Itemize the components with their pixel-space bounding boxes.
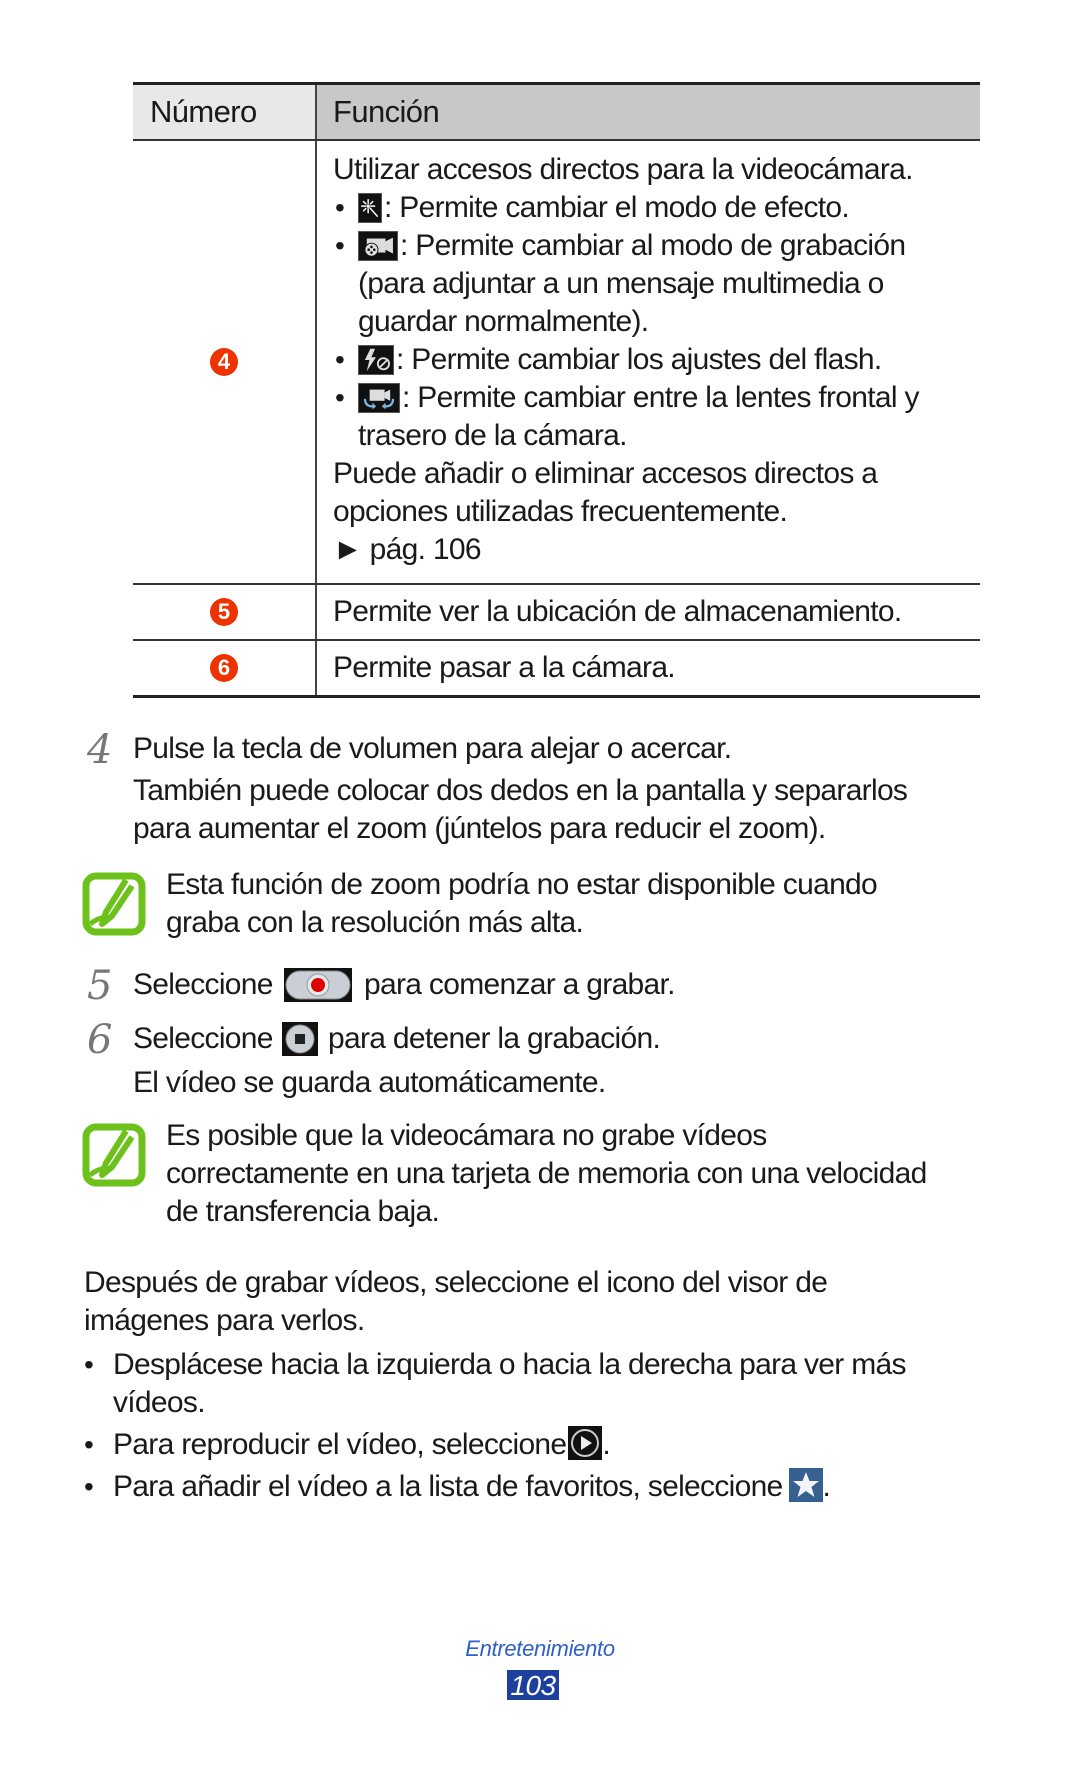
header-number-cell: Número <box>133 85 315 139</box>
step-number: 6 <box>87 1017 113 1063</box>
bullet-flash: : Permite cambiar los ajustes del flash. <box>333 341 980 379</box>
header-function-cell: Función <box>315 85 980 139</box>
page-reference-link[interactable]: ► pág. 106 <box>333 531 980 569</box>
section-name: Entretenimiento <box>465 1636 615 1661</box>
note-1: Esta función de zoom podría no estar dis… <box>82 866 878 942</box>
bullet-scroll-videos: Desplácese hacia la izquierda o hacia la… <box>84 1346 906 1422</box>
callout-6: 6 <box>210 654 238 682</box>
row4-outro-2: opciones utilizadas frecuentemente. <box>333 495 788 528</box>
favorite-star-icon <box>788 1468 823 1502</box>
table-bottom-border <box>133 695 980 698</box>
switch-camera-icon <box>358 383 400 413</box>
step-6: 6 Seleccione para detener la grabación. … <box>87 1017 661 1099</box>
table-header-row: Número Función <box>133 85 980 139</box>
bullet-recording-mode: : Permite cambiar al modo de grabación (… <box>333 227 980 341</box>
step-5: 5 Seleccione para comenzar a grabar. <box>87 963 676 1009</box>
bullet-play-video: Para reproducir el vídeo, seleccione . <box>84 1426 906 1464</box>
bullet-switch-camera: : Permite cambiar entre la lentes fronta… <box>333 379 980 455</box>
function-table: Número Función 4 Utilizar accesos direct… <box>133 82 980 698</box>
header-function: Función <box>333 94 440 129</box>
play-icon <box>568 1426 603 1460</box>
manual-page: Número Función 4 Utilizar accesos direct… <box>0 0 1080 1771</box>
step-4: 4 Pulse la tecla de volumen para alejar … <box>87 727 908 845</box>
table-row: 4 Utilizar accesos directos para la vide… <box>133 139 980 583</box>
bullet-add-favorite: Para añadir el vídeo a la lista de favor… <box>84 1468 906 1506</box>
step-number: 5 <box>87 963 113 1009</box>
step-number: 4 <box>87 727 113 773</box>
row4-outro-1: Puede añadir o eliminar accesos directos… <box>333 457 878 490</box>
stop-button-icon <box>282 1022 319 1056</box>
row4-intro: Utilizar accesos directos para la videoc… <box>333 153 913 186</box>
header-number: Número <box>150 94 257 129</box>
callout-5: 5 <box>210 598 238 626</box>
callout-4: 4 <box>210 348 238 376</box>
note-2: Es posible que la videocámara no grabe v… <box>82 1117 927 1231</box>
effect-mode-icon <box>358 193 382 223</box>
row5-text: Permite ver la ubicación de almacenamien… <box>333 595 902 628</box>
record-button-icon <box>284 968 353 1002</box>
page-number: 103 <box>507 1670 559 1701</box>
flash-off-icon <box>358 345 394 375</box>
table-row: 5 Permite ver la ubicación de almacenami… <box>133 583 980 639</box>
note-icon <box>82 1123 146 1187</box>
recording-mode-icon <box>358 231 398 261</box>
bullet-effect-mode: : Permite cambiar el modo de efecto. <box>333 189 980 227</box>
note-icon <box>82 872 146 936</box>
table-row: 6 Permite pasar a la cámara. <box>133 639 980 695</box>
viewer-instructions: Después de grabar vídeos, seleccione el … <box>84 1264 906 1506</box>
row6-text: Permite pasar a la cámara. <box>333 651 676 684</box>
